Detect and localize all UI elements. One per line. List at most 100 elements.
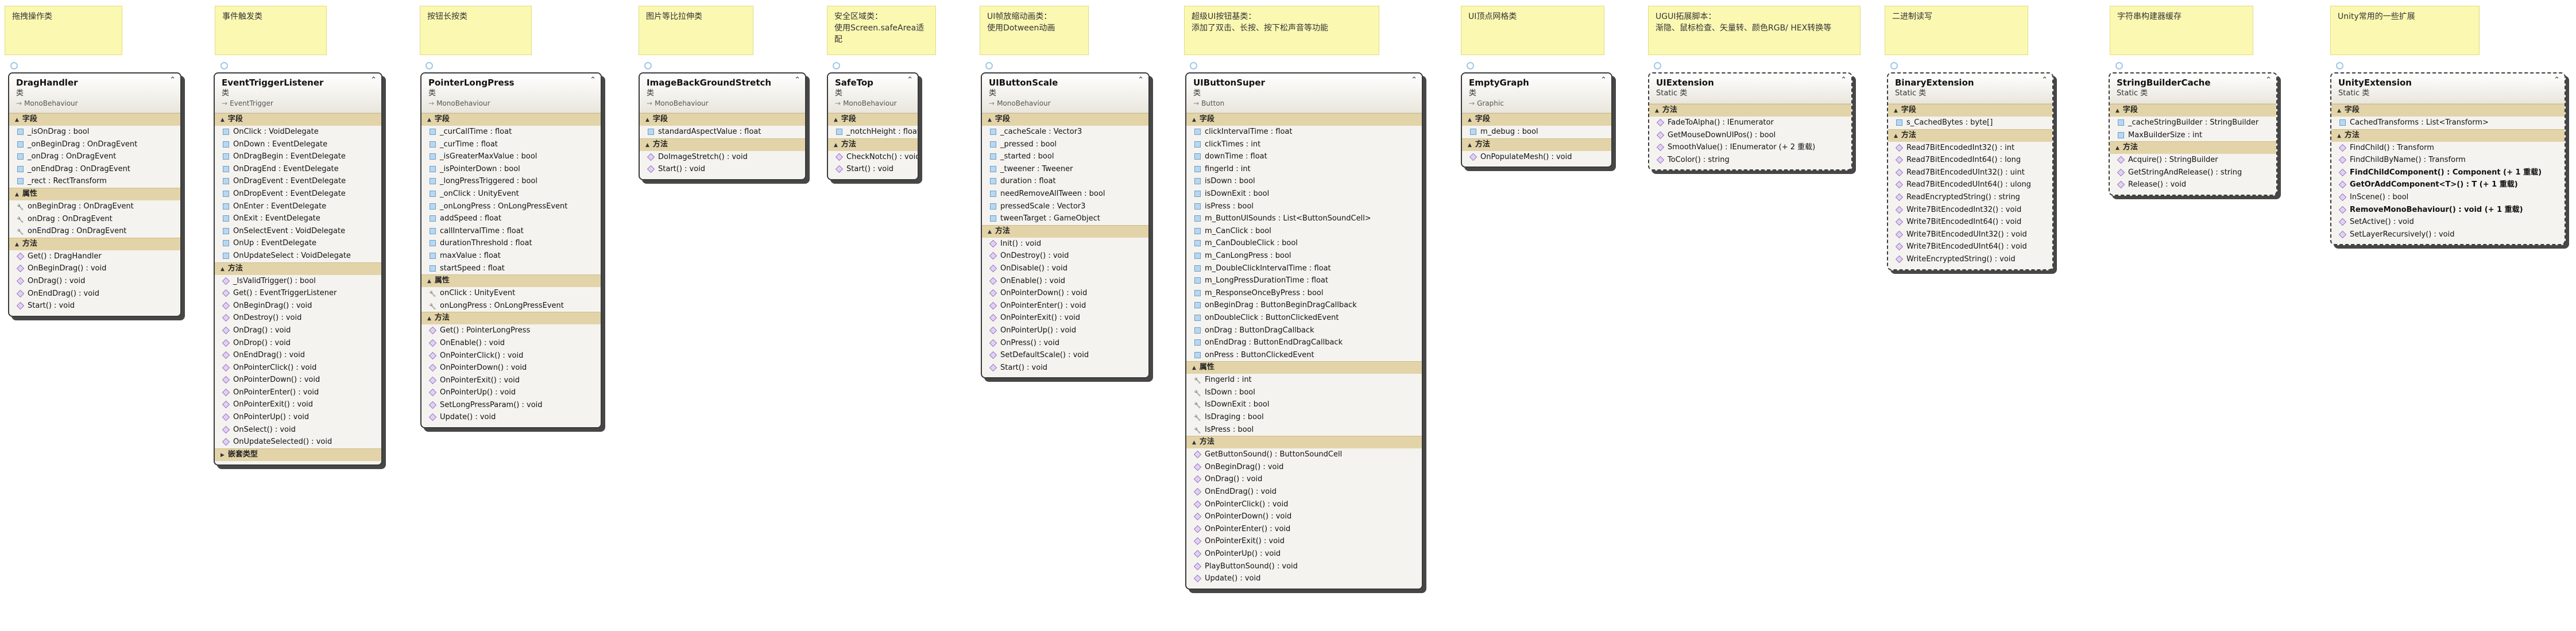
member-row[interactable]: _cacheScale : Vector3 [982,126,1148,138]
member-row[interactable]: OnSelect() : void [215,424,381,436]
member-row[interactable]: CheckNotch() : void [828,151,918,164]
member-row[interactable]: DoImageStretch() : void [640,151,805,164]
member-row[interactable]: FindChildComponent() : Component (+ 1 重载… [2331,167,2565,179]
member-row[interactable]: Release() : void [2110,179,2276,191]
member-row[interactable]: OnExit : EventDelegate [215,212,381,225]
section-header-properties[interactable]: ▲ 属性 [9,187,180,200]
member-row[interactable]: _IsValidTrigger() : bool [215,275,381,288]
member-row[interactable]: _rect : RectTransform [9,175,180,188]
collapse-chevron-icon[interactable]: ⌃ [370,76,377,84]
member-row[interactable]: onClick : UnityEvent [421,287,601,300]
member-row[interactable]: OnPointerClick() : void [1186,498,1422,511]
member-row[interactable]: m_CanClick : bool [1186,225,1422,238]
member-row[interactable]: fingerId : int [1186,163,1422,176]
class-box[interactable]: UnityExtension Static 类 ⌃ ▲ 字段 CachedTransfor… [2330,72,2566,246]
member-row[interactable]: IsDown : bool [1186,386,1422,399]
section-header-properties[interactable]: ▲ 属性 [421,274,601,288]
collapse-triangle-icon[interactable]: ▲ [427,117,431,123]
collapse-triangle-icon[interactable]: ▲ [1894,108,1898,114]
collapse-triangle-icon[interactable]: ▲ [1192,117,1196,123]
member-row[interactable]: callIntervalTime : float [421,225,601,238]
member-row[interactable]: Acquire() : StringBuilder [2110,154,2276,167]
expand-triangle-icon[interactable]: ▶ [221,452,225,458]
member-row[interactable]: _started : bool [982,150,1148,163]
member-row[interactable]: OnPointerExit() : void [982,312,1148,324]
member-row[interactable]: OnPointerDown() : void [421,362,601,374]
collapse-chevron-icon[interactable]: ⌃ [590,76,596,84]
collapse-triangle-icon[interactable]: ▲ [221,117,225,123]
section-header-methods[interactable]: ▲ 方法 [215,262,381,275]
member-row[interactable]: OnPointerEnter() : void [1186,523,1422,536]
member-row[interactable]: MaxBuilderSize : int [2110,129,2276,142]
collapse-chevron-icon[interactable]: ⌃ [907,76,913,84]
section-header-methods[interactable]: ▲ 方法 [1462,138,1611,151]
member-row[interactable]: IsPress : bool [1186,424,1422,436]
member-row[interactable]: onDrag : ButtonDragCallback [1186,324,1422,337]
member-row[interactable]: SetLongPressParam() : void [421,399,601,412]
section-header-nested[interactable]: ▶ 嵌套类型 [215,448,381,461]
collapse-chevron-icon[interactable]: ⌃ [794,76,800,84]
member-row[interactable]: downTime : float [1186,150,1422,163]
member-row[interactable]: clickTimes : int [1186,138,1422,151]
member-row[interactable]: OnDrag() : void [1186,473,1422,486]
member-row[interactable]: OnPopulateMesh() : void [1462,151,1611,164]
member-row[interactable]: OnDrop() : void [215,337,381,350]
member-row[interactable]: _curTime : float [421,138,601,151]
member-row[interactable]: onDrag : OnDragEvent [9,213,180,226]
member-row[interactable]: OnEnter : EventDelegate [215,200,381,213]
member-row[interactable]: GetOrAddComponent<T>() : T (+ 1 重载) [2331,179,2565,191]
member-row[interactable]: Read7BitEncodedInt32() : int [1888,142,2052,154]
collapse-triangle-icon[interactable]: ▲ [1192,365,1196,371]
section-header-fields[interactable]: ▲ 字段 [982,113,1148,126]
member-row[interactable]: Start() : void [828,163,918,176]
member-row[interactable]: OnPointerUp() : void [421,386,601,399]
class-box[interactable]: ImageBackGroundStretch 类 → MonoBehaviour ⌃ ▲ 字… [639,72,806,180]
member-row[interactable]: _isOnDrag : bool [9,126,180,138]
member-row[interactable]: OnDown : EventDelegate [215,138,381,151]
collapse-triangle-icon[interactable]: ▲ [427,316,431,322]
member-row[interactable]: onLongPress : OnLongPressEvent [421,300,601,312]
member-row[interactable]: OnUpdateSelected() : void [215,436,381,448]
collapse-chevron-icon[interactable]: ⌃ [1138,76,1144,84]
member-row[interactable]: pressedScale : Vector3 [982,200,1148,213]
class-box[interactable]: PointerLongPress 类 → MonoBehaviour ⌃ ▲ 字段 _curC… [420,72,602,429]
member-row[interactable]: Write7BitEncodedUInt32() : void [1888,229,2052,241]
section-header-methods[interactable]: ▲ 方法 [828,138,918,151]
section-header-fields[interactable]: ▲ 字段 [1186,113,1422,126]
member-row[interactable]: OnPress() : void [982,337,1148,350]
member-row[interactable]: _onLongPress : OnLongPressEvent [421,200,601,213]
member-row[interactable]: _pressed : bool [982,138,1148,151]
member-row[interactable]: OnPointerClick() : void [421,350,601,362]
member-row[interactable]: startSpeed : float [421,262,601,275]
member-row[interactable]: tweenTarget : GameObject [982,212,1148,225]
member-row[interactable]: _onBeginDrag : OnDragEvent [9,138,180,151]
member-row[interactable]: OnPointerUp() : void [215,411,381,424]
section-header-methods[interactable]: ▲ 方法 [982,224,1148,238]
member-row[interactable]: m_ResponseOnceByPress : bool [1186,287,1422,300]
class-header[interactable]: EventTriggerListener 类 → EventTrigger ⌃ [215,73,381,113]
collapse-triangle-icon[interactable]: ▲ [1192,440,1196,446]
member-row[interactable]: durationThreshold : float [421,237,601,250]
member-row[interactable]: OnDrag() : void [215,324,381,337]
member-row[interactable]: addSpeed : float [421,212,601,225]
member-row[interactable]: OnPointerDown() : void [215,374,381,386]
class-box[interactable]: UIButtonScale 类 → MonoBehaviour ⌃ ▲ 字段 _cacheSc… [981,72,1150,379]
collapse-chevron-icon[interactable]: ⌃ [169,76,176,84]
member-row[interactable]: Read7BitEncodedInt64() : long [1888,154,2052,167]
section-header-methods[interactable]: ▲ 方法 [640,138,805,151]
class-header[interactable]: PointerLongPress 类 → MonoBehaviour ⌃ [421,73,601,113]
class-header[interactable]: UIExtension Static 类 ⌃ [1649,73,1851,104]
member-row[interactable]: WriteEncryptedString() : void [1888,253,2052,266]
member-row[interactable]: Get() : DragHandler [9,250,180,263]
member-row[interactable]: OnEnable() : void [421,337,601,350]
collapse-triangle-icon[interactable]: ▲ [988,229,992,235]
member-row[interactable]: onEndDrag : ButtonEndDragCallback [1186,336,1422,349]
section-header-fields[interactable]: ▲ 字段 [1888,104,2052,117]
member-row[interactable]: RemoveMonoBehaviour() : void (+ 1 重载) [2331,204,2565,216]
member-row[interactable]: OnSelectEvent : VoidDelegate [215,225,381,238]
class-box[interactable]: UIButtonSuper 类 → Button ⌃ ▲ 字段 clickIntervalTi… [1185,72,1423,590]
member-row[interactable]: Read7BitEncodedUInt32() : uint [1888,167,2052,179]
collapse-triangle-icon[interactable]: ▲ [834,142,838,148]
member-row[interactable]: needRemoveAllTween : bool [982,188,1148,200]
member-row[interactable]: onBeginDrag : ButtonBeginDragCallback [1186,299,1422,312]
